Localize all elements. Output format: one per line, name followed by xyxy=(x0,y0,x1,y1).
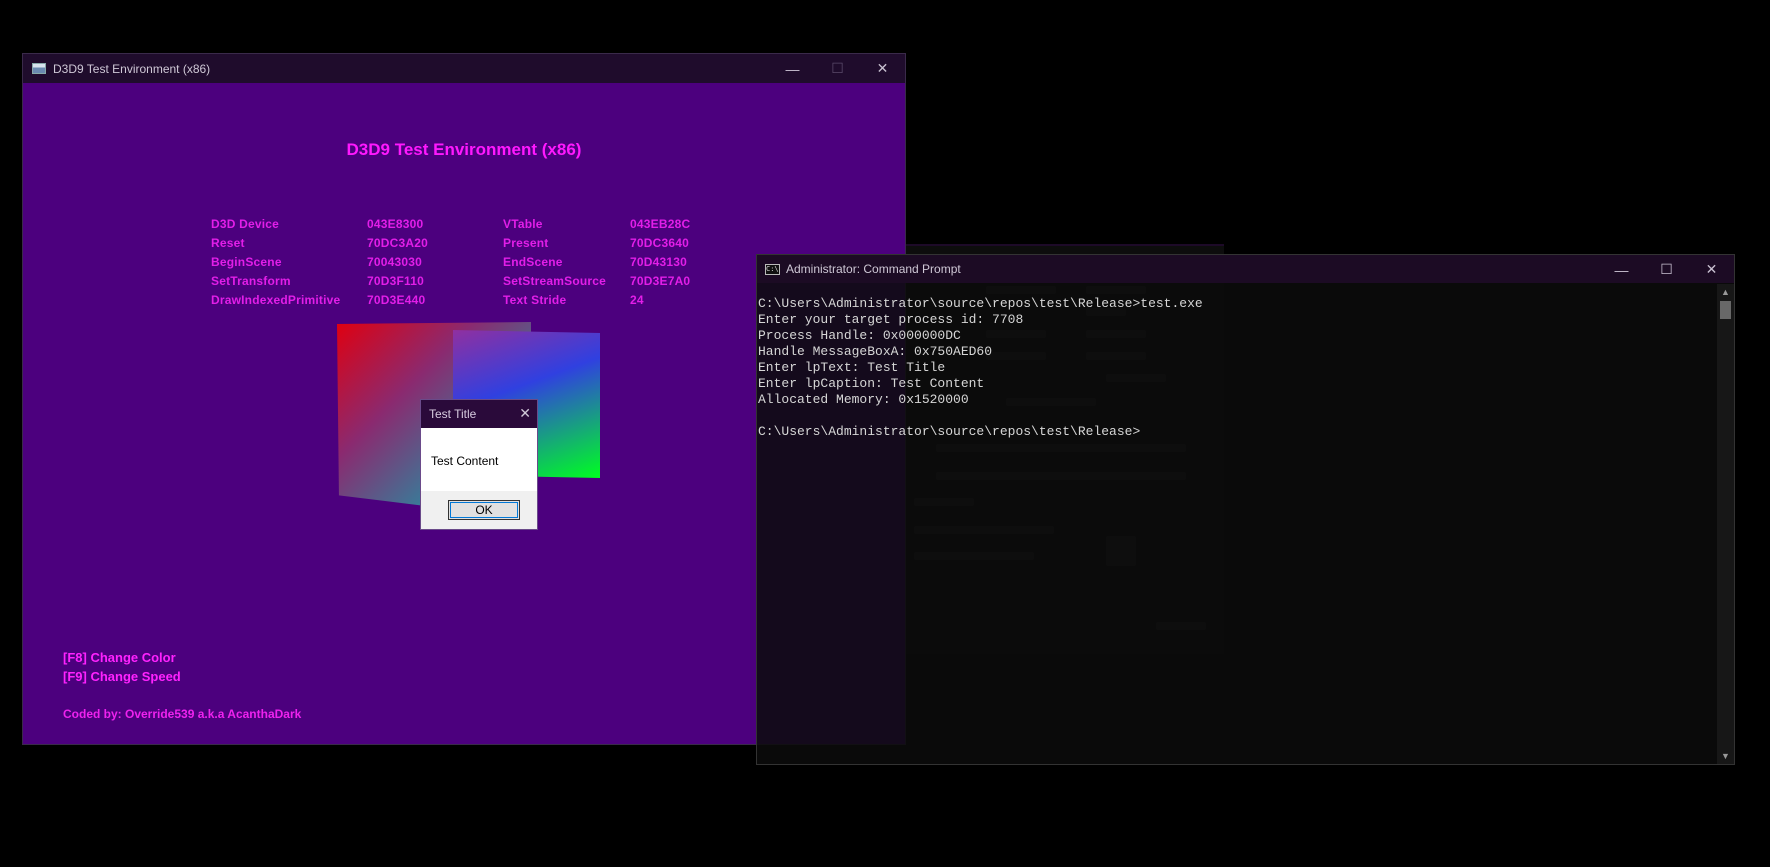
info-label: Present xyxy=(503,236,549,250)
cmd-titlebar[interactable]: C:\ Administrator: Command Prompt — ☐ ✕ xyxy=(757,255,1734,283)
d3d9-titlebar[interactable]: D3D9 Test Environment (x86) — ☐ ✕ xyxy=(23,54,905,83)
close-button[interactable]: ✕ xyxy=(1689,255,1734,284)
info-label: Text Stride xyxy=(503,293,567,307)
scroll-thumb[interactable] xyxy=(1720,301,1731,319)
console-line: Enter lpText: Test Title xyxy=(758,360,946,375)
info-label: BeginScene xyxy=(211,255,282,269)
info-label: DrawIndexedPrimitive xyxy=(211,293,341,307)
info-value: 70DC3A20 xyxy=(367,236,428,250)
close-button[interactable]: ✕ xyxy=(860,54,905,83)
info-label: VTable xyxy=(503,217,543,231)
message-box-titlebar[interactable]: Test Title ✕ xyxy=(421,400,537,428)
scroll-up-icon[interactable]: ▲ xyxy=(1717,285,1734,299)
application-icon xyxy=(32,63,46,74)
credit-text: Coded by: Override539 a.k.a AcanthaDark xyxy=(63,707,302,721)
console-line: Enter your target process id: 7708 xyxy=(758,312,1024,327)
ok-button[interactable]: OK xyxy=(448,500,520,520)
info-value: 70D3E7A0 xyxy=(630,274,691,288)
maximize-button[interactable]: ☐ xyxy=(815,54,860,83)
info-label: SetTransform xyxy=(211,274,291,288)
info-label: EndScene xyxy=(503,255,563,269)
hotkey-change-speed: [F9] Change Speed xyxy=(63,669,181,684)
info-value: 70D3F110 xyxy=(367,274,424,288)
console-icon: C:\ xyxy=(765,263,780,275)
info-value: 70D3E440 xyxy=(367,293,426,307)
info-label: D3D Device xyxy=(211,217,280,231)
info-value: 24 xyxy=(630,293,644,307)
console-line: Allocated Memory: 0x1520000 xyxy=(758,392,969,407)
minimize-button[interactable]: — xyxy=(770,54,815,83)
info-value: 043EB28C xyxy=(630,217,691,231)
message-box-dialog: Test Title ✕ Test Content OK xyxy=(420,399,538,530)
message-box-title: Test Title xyxy=(429,407,477,421)
scroll-down-icon[interactable]: ▼ xyxy=(1717,749,1734,763)
console-line: Process Handle: 0x000000DC xyxy=(758,328,961,343)
console-output[interactable]: C:\Users\Administrator\source\repos\test… xyxy=(757,284,1717,764)
info-label: SetStreamSource xyxy=(503,274,607,288)
d3d9-heading: D3D9 Test Environment (x86) xyxy=(346,140,582,159)
console-line: Handle MessageBoxA: 0x750AED60 xyxy=(758,344,993,359)
info-value: 70D43130 xyxy=(630,255,687,269)
d3d9-window-title: D3D9 Test Environment (x86) xyxy=(53,61,211,76)
cmd-window-title: Administrator: Command Prompt xyxy=(786,262,961,276)
info-value: 70DC3640 xyxy=(630,236,689,250)
console-line: C:\Users\Administrator\source\repos\test… xyxy=(758,296,1203,311)
console-prompt[interactable]: C:\Users\Administrator\source\repos\test… xyxy=(757,424,1717,440)
message-box-footer: OK xyxy=(421,491,537,529)
vertical-scrollbar[interactable]: ▲ ▼ xyxy=(1717,284,1734,764)
minimize-button[interactable]: — xyxy=(1599,255,1644,284)
command-prompt-window: C:\ Administrator: Command Prompt — ☐ ✕ … xyxy=(756,254,1735,765)
maximize-button[interactable]: ☐ xyxy=(1644,255,1689,284)
message-box-content: Test Content xyxy=(431,454,499,468)
info-value: 70043030 xyxy=(367,255,422,269)
hotkey-change-color: [F8] Change Color xyxy=(63,650,176,665)
info-value: 043E8300 xyxy=(367,217,424,231)
info-label: Reset xyxy=(211,236,245,250)
console-line: Enter lpCaption: Test Content xyxy=(758,376,985,391)
close-icon[interactable]: ✕ xyxy=(519,405,531,422)
